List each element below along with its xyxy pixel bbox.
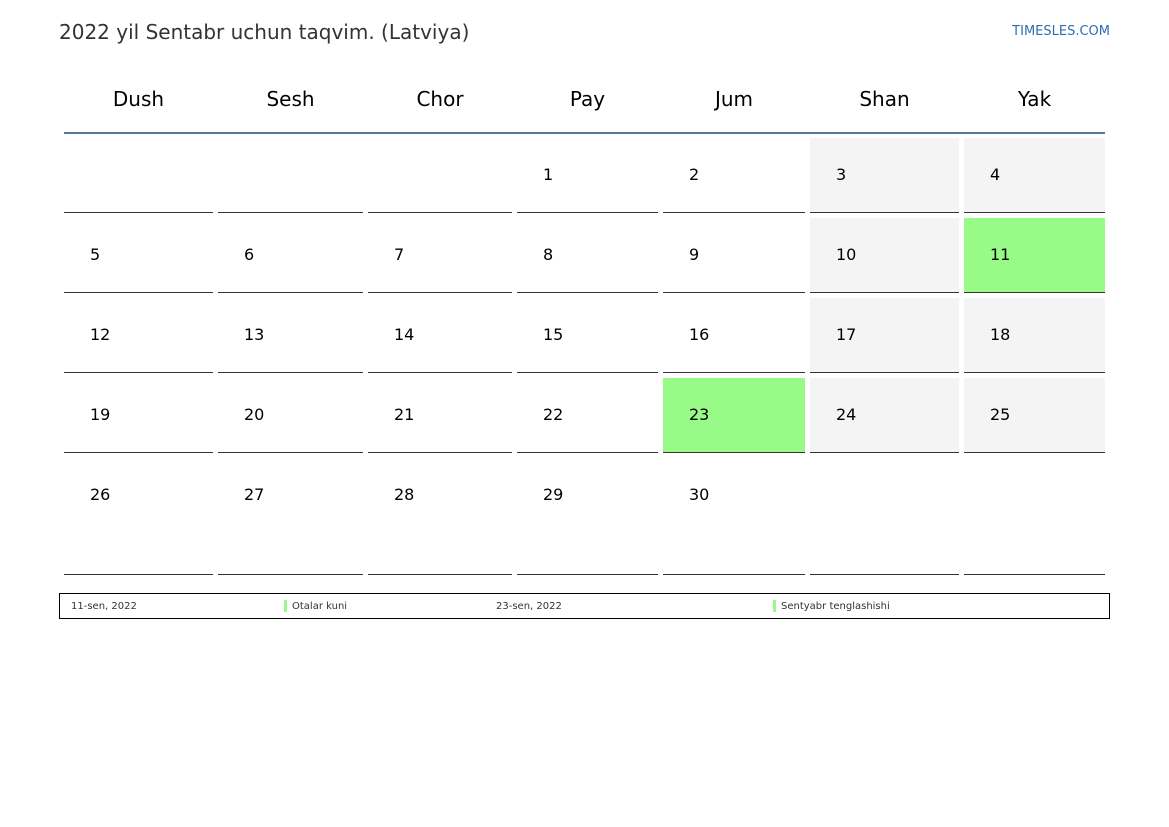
weekday-label: Chor [416,87,464,111]
day-cell: 27 [218,458,363,575]
day-number: 13 [244,325,265,344]
day-cell: 25 [964,378,1105,453]
weekday-label: Pay [569,87,606,111]
day-cell: 14 [368,298,512,373]
day-cell: 16 [663,298,805,373]
weekday-label: Jum [714,87,754,111]
day-cell [218,138,363,213]
day-cell: 6 [218,218,363,293]
day-cell: 20 [218,378,363,453]
legend-name-2: Sentyabr tenglashishi [781,601,890,612]
day-cell: 9 [663,218,805,293]
day-number: 16 [689,325,710,344]
day-number: 21 [394,405,415,424]
day-number: 15 [543,325,564,344]
day-number: 5 [90,245,101,264]
brand-link[interactable]: TIMESLES.COM [1012,24,1110,39]
day-number: 19 [90,405,111,424]
day-number: 8 [543,245,554,264]
day-number: 24 [836,405,857,424]
day-cell: 5 [64,218,213,293]
day-cell [64,138,213,213]
weekday-header: Dush Sesh Chor Pay Jum Shan Yak [64,64,1105,134]
day-cell: 30 [663,458,805,575]
day-cell: 29 [517,458,658,575]
page-title: 2022 yil Sentabr uchun taqvim. (Latviya) [59,20,470,44]
legend-marker-1 [284,600,287,612]
weekday-label: Sesh [266,87,315,111]
day-cell-holiday: 11 [964,218,1105,293]
legend-date-1: 11-sen, 2022 [71,601,137,612]
day-cell: 19 [64,378,213,453]
day-number: 1 [543,165,554,184]
calendar-page: 2022 yil Sentabr uchun taqvim. (Latviya)… [0,0,1169,827]
day-cell: 7 [368,218,512,293]
day-cell: 13 [218,298,363,373]
day-cell: 18 [964,298,1105,373]
holiday-legend: 11-sen, 2022 Otalar kuni 23-sen, 2022 Se… [59,593,1110,619]
day-cell: 8 [517,218,658,293]
day-number: 12 [90,325,111,344]
day-cell-holiday: 23 [663,378,805,453]
day-number: 4 [990,165,1001,184]
legend-date-2: 23-sen, 2022 [496,601,562,612]
weekday-label: Yak [1017,87,1052,111]
day-number: 6 [244,245,255,264]
day-cell: 28 [368,458,512,575]
day-cell [368,138,512,213]
day-cell: 3 [810,138,959,213]
day-number: 18 [990,325,1011,344]
day-number: 3 [836,165,847,184]
day-number: 30 [689,485,710,504]
day-cell: 10 [810,218,959,293]
day-number: 23 [689,405,710,424]
day-number: 28 [394,485,415,504]
day-cell: 26 [64,458,213,575]
day-number: 7 [394,245,405,264]
day-number: 11 [990,245,1011,264]
day-number: 17 [836,325,857,344]
day-cell: 21 [368,378,512,453]
day-cell: 17 [810,298,959,373]
day-number: 29 [543,485,564,504]
weekday-label: Dush [112,87,165,111]
day-cell: 15 [517,298,658,373]
day-number: 10 [836,245,857,264]
day-cell [810,458,959,575]
weekday-label: Shan [859,87,910,111]
day-number: 9 [689,245,700,264]
day-cell: 2 [663,138,805,213]
day-number: 25 [990,405,1011,424]
day-cell: 12 [64,298,213,373]
day-number: 14 [394,325,415,344]
day-number: 26 [90,485,111,504]
day-number: 2 [689,165,700,184]
day-cell [964,458,1105,575]
day-cell: 22 [517,378,658,453]
day-cell: 4 [964,138,1105,213]
legend-marker-2 [773,600,776,612]
day-cell: 1 [517,138,658,213]
day-cell: 24 [810,378,959,453]
day-number: 20 [244,405,265,424]
day-number: 22 [543,405,564,424]
legend-name-1: Otalar kuni [292,601,348,612]
day-number: 27 [244,485,265,504]
